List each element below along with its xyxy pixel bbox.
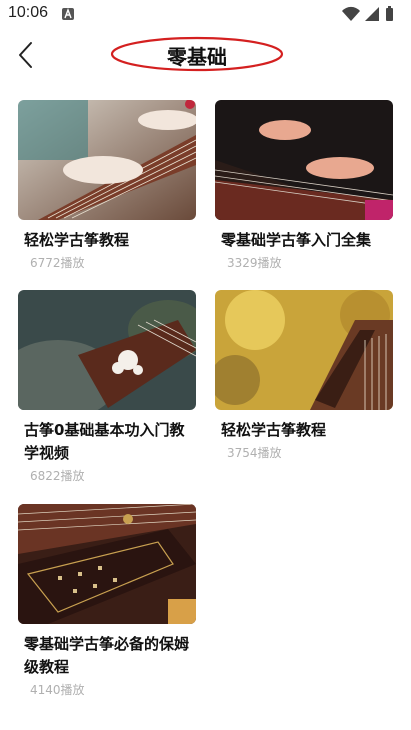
video-card[interactable]: 古筝0基础基本功入门教学视频 6822播放 — [18, 290, 196, 484]
video-thumbnail — [215, 290, 393, 410]
header: 零基础 — [0, 30, 411, 80]
video-card[interactable]: 轻松学古筝教程 6772播放 — [18, 100, 196, 271]
video-thumbnail — [215, 100, 393, 220]
title-area: 零基础 — [110, 36, 284, 72]
video-title: 零基础学古筝必备的保姆级教程 — [24, 635, 190, 676]
video-play-count: 6772播放 — [30, 256, 85, 270]
signal-icon — [365, 7, 379, 21]
video-thumbnail — [18, 504, 196, 624]
status-time: 10:06 — [8, 4, 49, 21]
video-title: 轻松学古筝教程 — [221, 421, 327, 439]
video-card[interactable]: 轻松学古筝教程 3754播放 — [215, 290, 393, 461]
wifi-icon — [342, 6, 360, 21]
video-play-count: 4140播放 — [30, 683, 85, 697]
back-button[interactable] — [10, 38, 44, 72]
video-card[interactable]: 零基础学古筝入门全集 3329播放 — [215, 100, 393, 271]
video-thumbnail — [18, 290, 196, 410]
video-title: 轻松学古筝教程 — [24, 231, 130, 249]
video-thumbnail — [18, 100, 196, 220]
video-play-count: 3329播放 — [227, 256, 282, 270]
battery-icon — [386, 6, 393, 21]
status-icons — [341, 5, 401, 23]
page-title: 零基础 — [167, 45, 227, 69]
video-play-count: 6822播放 — [30, 469, 85, 483]
status-bar: 10:06 — [0, 0, 411, 28]
video-card[interactable]: 零基础学古筝必备的保姆级教程 4140播放 — [18, 504, 196, 698]
video-title: 零基础学古筝入门全集 — [221, 231, 372, 249]
notification-a-icon — [62, 8, 74, 20]
video-play-count: 3754播放 — [227, 446, 282, 460]
video-title: 古筝0基础基本功入门教学视频 — [24, 421, 185, 462]
chevron-left-icon — [19, 42, 32, 68]
